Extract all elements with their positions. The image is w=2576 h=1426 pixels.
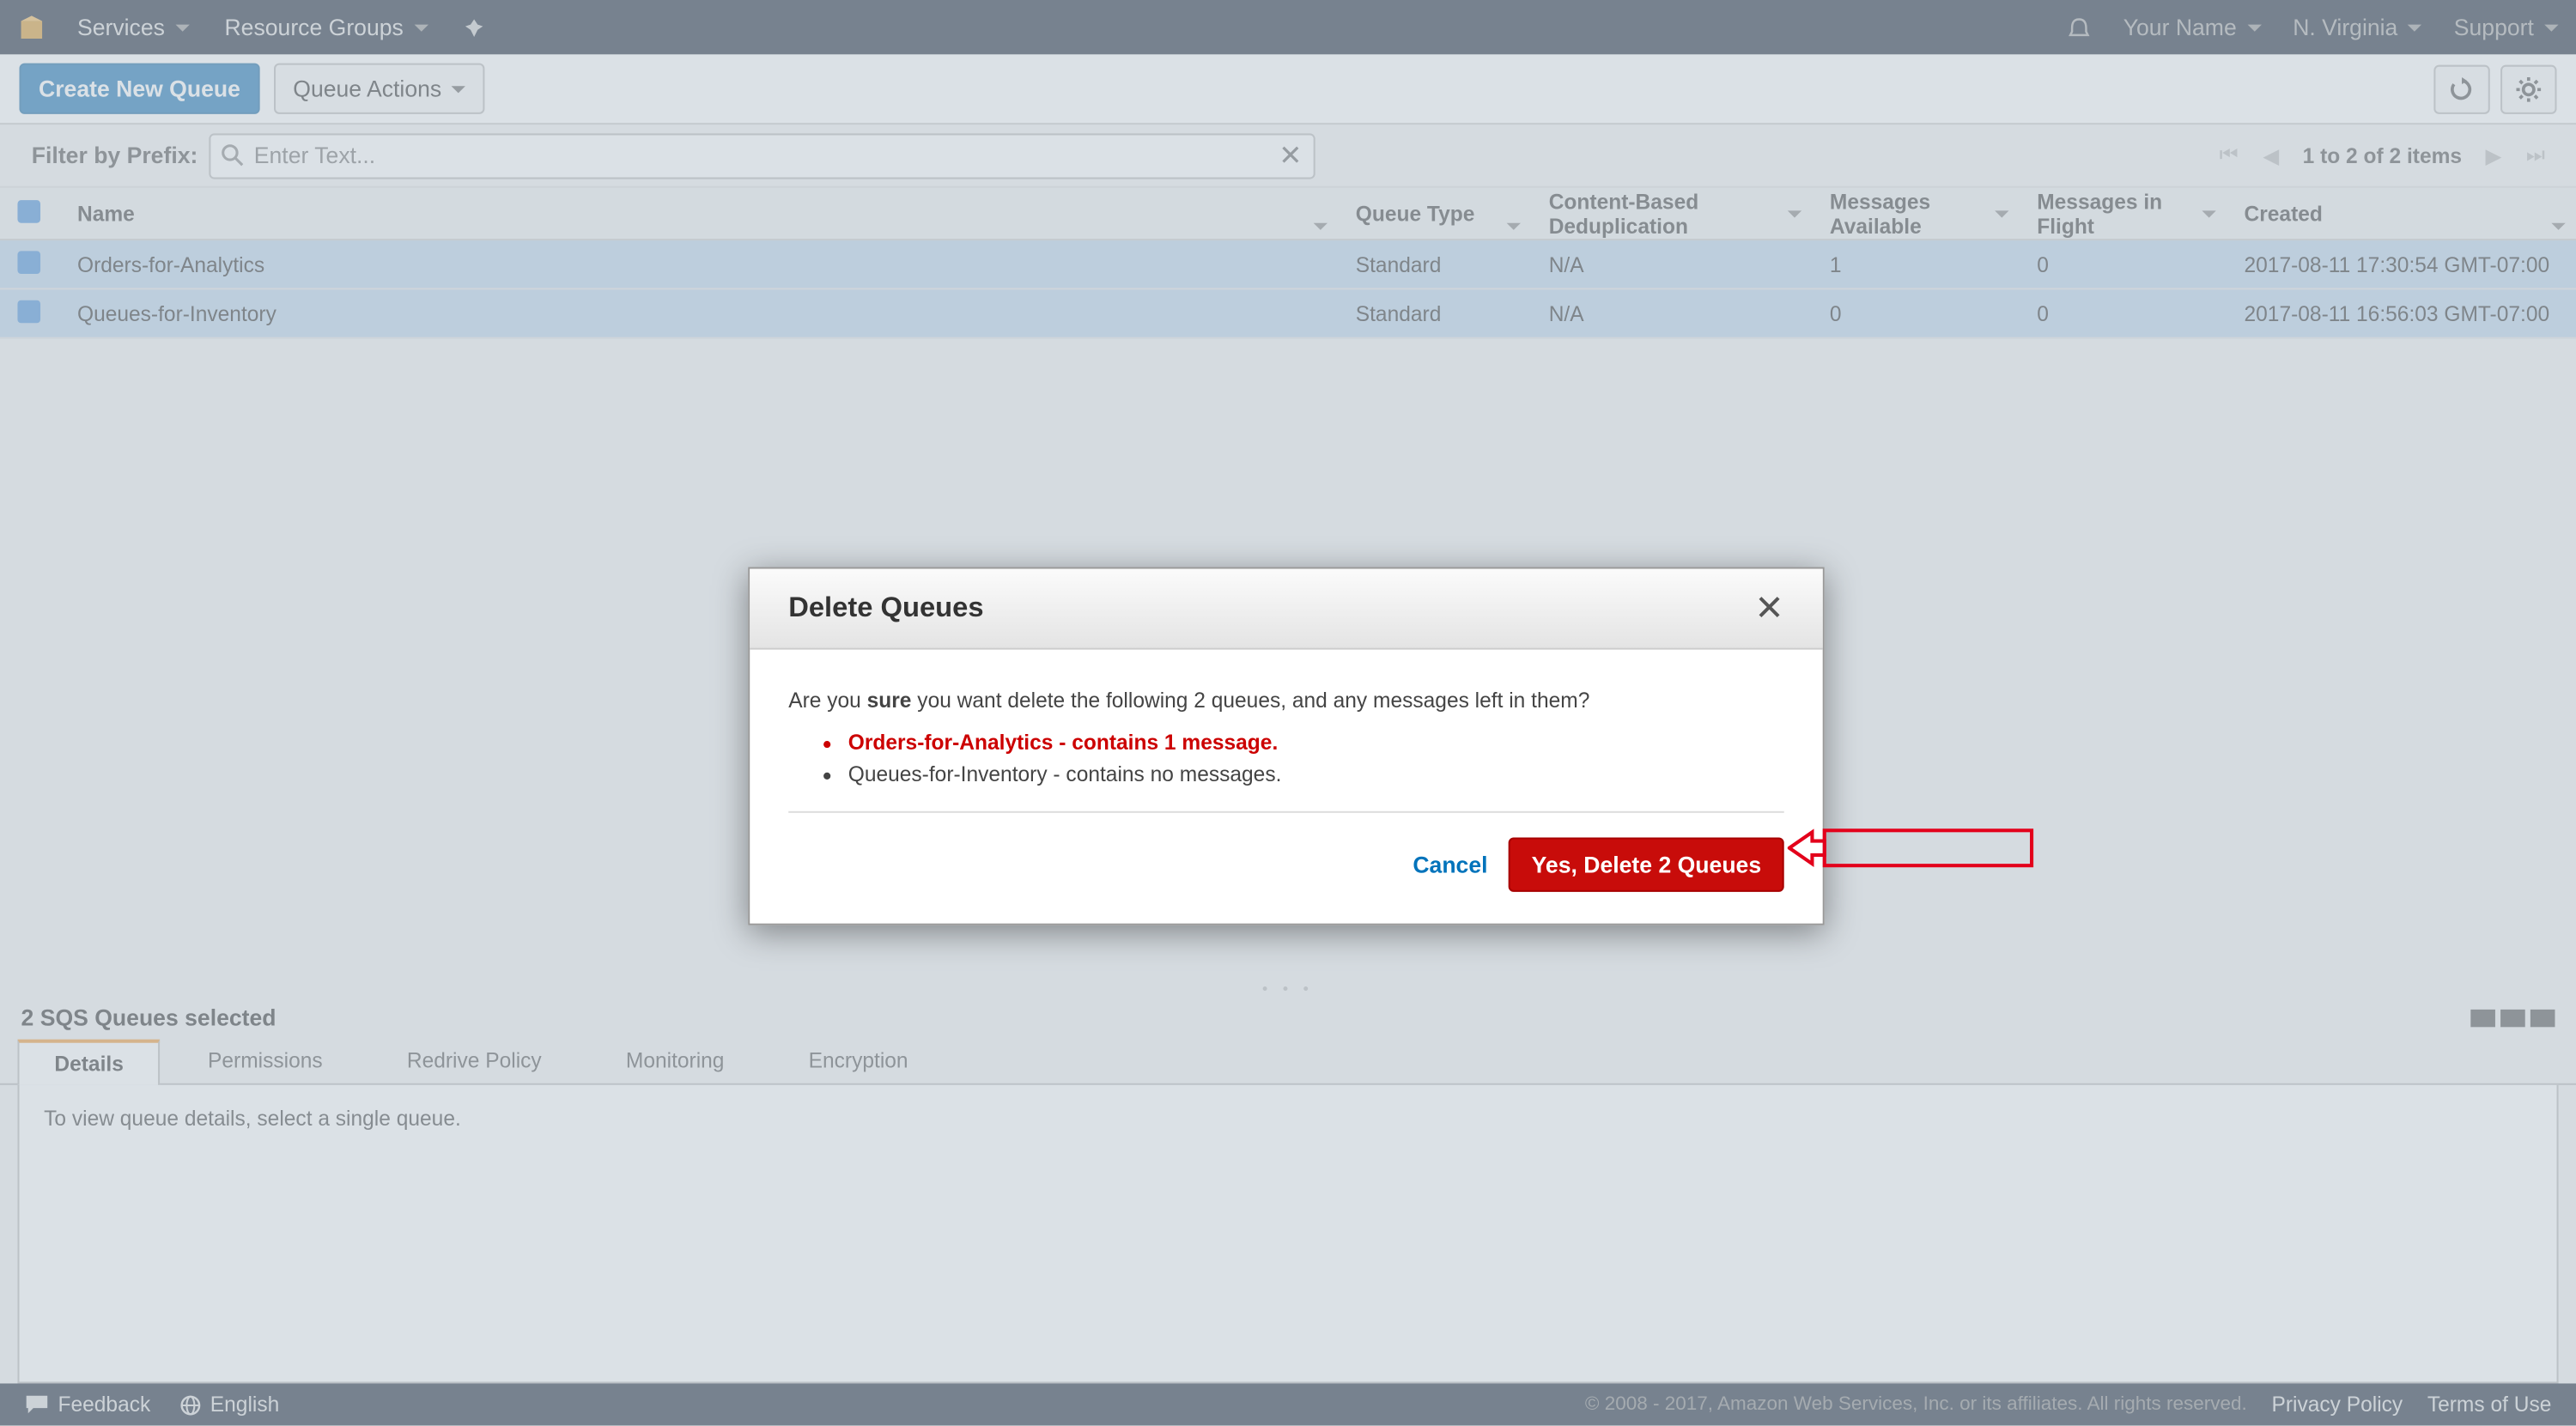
annotation-highlight-box bbox=[1823, 828, 2033, 867]
cancel-button[interactable]: Cancel bbox=[1413, 852, 1487, 878]
delete-queues-modal: Delete Queues ✕ Are you sure you want de… bbox=[748, 567, 1825, 925]
modal-footer: Cancel Yes, Delete 2 Queues bbox=[788, 811, 1784, 924]
modal-header: Delete Queues ✕ bbox=[750, 569, 1822, 650]
modal-prompt: Are you sure you want delete the followi… bbox=[788, 689, 1784, 713]
modal-queue-item: Queues-for-Inventory - contains no messa… bbox=[848, 762, 1784, 787]
confirm-delete-button[interactable]: Yes, Delete 2 Queues bbox=[1509, 837, 1784, 891]
modal-body: Are you sure you want delete the followi… bbox=[750, 650, 1822, 787]
modal-close-button[interactable]: ✕ bbox=[1754, 586, 1783, 630]
annotation-arrow-icon bbox=[1788, 828, 1826, 867]
modal-queue-item-warning: Orders-for-Analytics - contains 1 messag… bbox=[848, 731, 1784, 755]
modal-title: Delete Queues bbox=[788, 592, 983, 624]
